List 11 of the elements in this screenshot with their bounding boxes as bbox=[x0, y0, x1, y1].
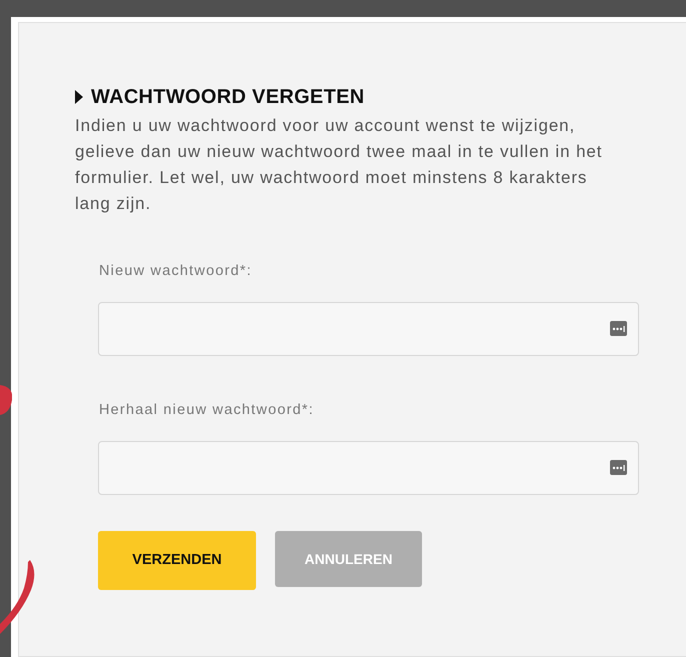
caret-icon bbox=[75, 90, 83, 104]
password-field[interactable] bbox=[98, 441, 639, 495]
password-field[interactable] bbox=[98, 302, 639, 356]
field-label: Herhaal nieuw wachtwoord*: bbox=[99, 401, 315, 420]
password-manager-icon[interactable] bbox=[610, 460, 627, 475]
field-label: Nieuw wachtwoord*: bbox=[99, 262, 253, 281]
submit-button[interactable]: VERZENDEN bbox=[98, 531, 256, 590]
heading: WACHTWOORD VERGETEN bbox=[91, 85, 364, 109]
annotation-dot-drawing bbox=[0, 385, 12, 415]
password-manager-icon[interactable] bbox=[610, 321, 627, 336]
intro-text: Indien u uw wachtwoord voor uw account wenst te wijzigen, gelieve dan uw nieuw wachtwoord twee maal in te vullen in het formulier. Let wel, uw wachtwoord moet minstens 8 karakters lang zijn. bbox=[75, 115, 604, 215]
